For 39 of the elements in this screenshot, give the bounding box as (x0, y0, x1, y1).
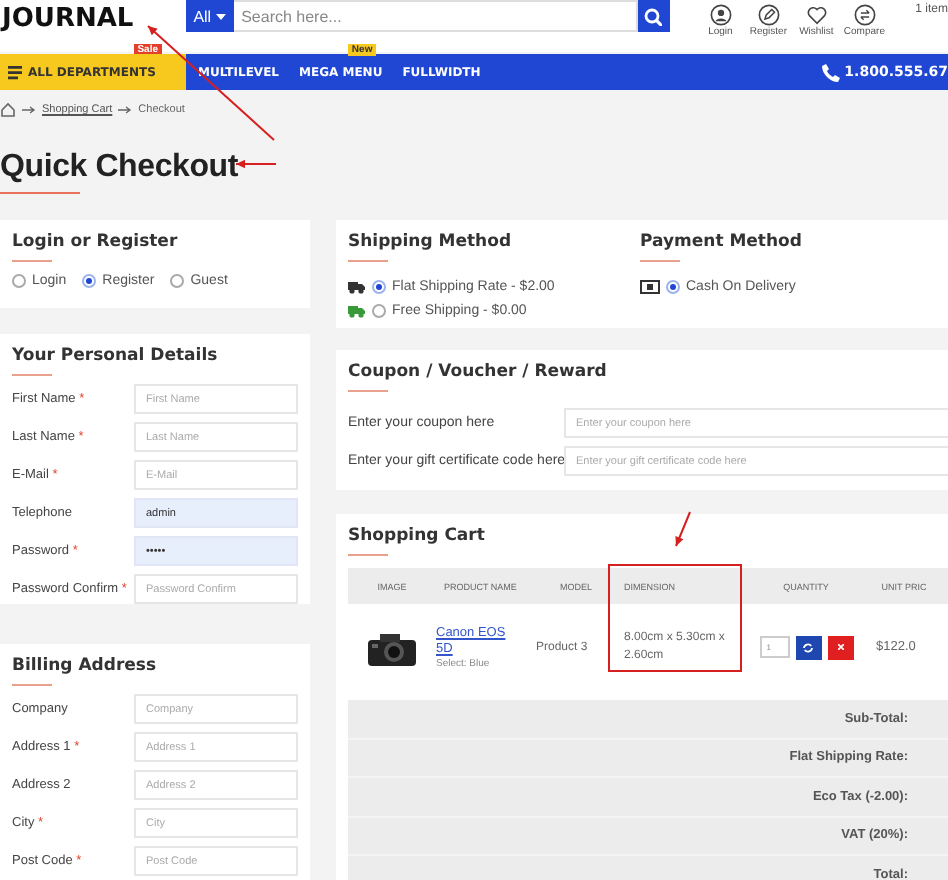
caret-icon (215, 13, 226, 19)
menu-icon (8, 65, 22, 79)
search-button[interactable] (637, 0, 670, 32)
update-button[interactable] (795, 635, 821, 659)
arrows-icon (853, 3, 876, 25)
panel-title: Coupon / Voucher / Reward (348, 362, 607, 382)
pencil-icon (757, 3, 780, 25)
radio-button[interactable] (372, 279, 386, 293)
remove-button[interactable] (827, 635, 853, 659)
panel-title: Billing Address (12, 656, 157, 676)
annotation-arrow (235, 159, 277, 169)
search-icon (644, 7, 663, 25)
radio-button[interactable] (82, 274, 97, 288)
panel-title: Login or Register (12, 232, 178, 252)
panel-title: Shopping Cart (348, 526, 485, 546)
heart-icon (805, 3, 828, 25)
cash-icon (640, 279, 660, 293)
user-icon (709, 3, 732, 25)
category-dropdown[interactable]: All (185, 0, 234, 32)
close-icon (837, 644, 843, 650)
panel-title: Payment Method (640, 232, 802, 252)
arrow-icon (118, 106, 133, 114)
radio-button[interactable] (170, 274, 185, 288)
radio-button[interactable] (372, 303, 386, 317)
phone-icon (820, 63, 841, 81)
logo[interactable]: JOURNAL (0, 0, 138, 36)
highlight-box (608, 564, 742, 672)
search-field[interactable]: Search here... (233, 0, 638, 32)
page-title: Quick Checkout (0, 150, 239, 186)
home-icon[interactable] (0, 102, 16, 118)
refresh-icon (802, 641, 814, 653)
truck-icon (348, 279, 366, 293)
radio-button[interactable] (666, 279, 680, 293)
arrow-icon (22, 106, 36, 114)
radio-button[interactable] (12, 274, 26, 288)
truck-icon (348, 303, 366, 317)
annotation-arrow (675, 511, 691, 547)
panel-title: Shipping Method (348, 232, 512, 252)
panel-title: Your Personal Details (12, 346, 218, 366)
